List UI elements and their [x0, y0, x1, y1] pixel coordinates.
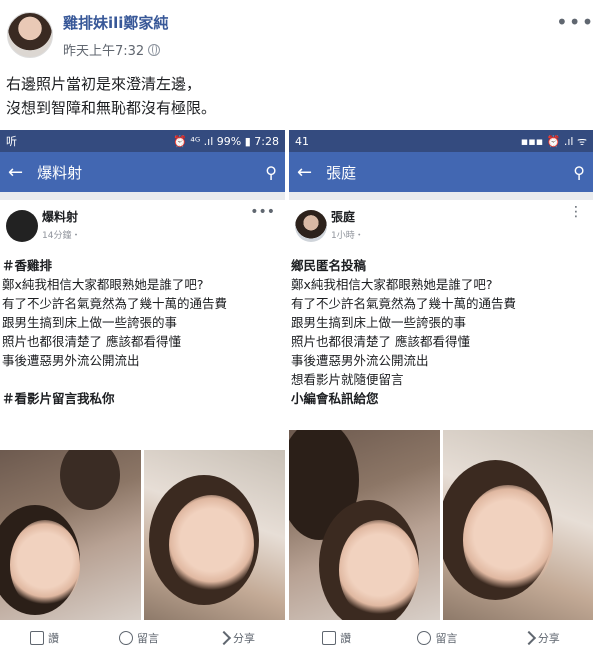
- body-line: ＃香雞排: [2, 258, 53, 273]
- body-line: 想看影片就隨便留言: [291, 372, 404, 387]
- body-line: 事後遭惡男外流公開流出: [291, 353, 429, 368]
- screenshot-left[interactable]: 听 ⏰ ⁴ᴳ .ıl 99% ▮ 7:28 ← 爆料射 ⚲ 爆料射 14分鐘・ …: [0, 130, 285, 657]
- more-options-icon: ⋮: [569, 204, 583, 220]
- comment-icon: [119, 631, 133, 645]
- back-arrow-icon: ←: [8, 161, 24, 183]
- action-bar: 讚 留言 分享: [289, 625, 593, 651]
- back-arrow-icon: ←: [297, 161, 313, 183]
- page-avatar: [6, 210, 38, 242]
- post-text: 右邊照片當初是來澄清左邊， 沒想到智障和無恥都沒有極限。: [6, 72, 216, 120]
- more-options-icon: •••: [250, 204, 275, 220]
- share-arrow-icon: [216, 630, 232, 646]
- page-avatar: [295, 210, 327, 242]
- body-line: ＃看影片留言我私你: [2, 391, 115, 406]
- post-text-line: 右邊照片當初是來澄清左邊，: [6, 75, 202, 93]
- post-header: 雞排妹ili鄭家純 昨天上午7:32 •••: [0, 0, 593, 68]
- thumbs-up-icon: [322, 631, 337, 645]
- page-time: 1小時・: [331, 231, 364, 241]
- nav-bar: ← 張庭 ⚲: [289, 152, 593, 192]
- more-options-icon[interactable]: •••: [556, 10, 593, 34]
- body-line: [2, 370, 227, 389]
- nav-title: 張庭: [326, 163, 357, 182]
- post-body: ＃香雞排 鄭x純我相信大家都眼熟她是誰了吧? 有了不少許名氣竟然為了幾十萬的通告…: [2, 256, 227, 408]
- photo-row: [0, 450, 285, 620]
- post-meta: 昨天上午7:32: [63, 40, 161, 59]
- photo: [289, 430, 440, 620]
- body-line: 有了不少許名氣竟然為了幾十萬的通告費: [291, 296, 517, 311]
- body-line: 跟男生搞到床上做一些誇張的事: [2, 315, 178, 330]
- like-button: 讚: [30, 630, 59, 646]
- like-button: 讚: [322, 630, 351, 646]
- like-label: 讚: [48, 632, 59, 645]
- status-left: 听: [6, 135, 17, 148]
- comment-label: 留言: [435, 632, 458, 645]
- status-right: ▪▪▪ ⏰ .ıl ᯤ: [520, 134, 587, 148]
- status-left: 41: [295, 134, 309, 148]
- status-bar: 41 ▪▪▪ ⏰ .ıl ᯤ: [289, 130, 593, 152]
- globe-icon: [148, 43, 161, 56]
- action-bar: 讚 留言 分享: [0, 625, 285, 651]
- status-right: ⏰ ⁴ᴳ .ıl 99% ▮ 7:28: [173, 134, 279, 148]
- nav-title: 爆料射: [37, 163, 83, 182]
- body-line: 照片也都很清楚了 應該都看得懂: [2, 334, 181, 349]
- body-line: 照片也都很清楚了 應該都看得懂: [291, 334, 470, 349]
- like-label: 讚: [340, 632, 352, 645]
- comment-icon: [417, 631, 432, 645]
- thumbs-up-icon: [30, 631, 44, 645]
- body-line: 跟男生搞到床上做一些誇張的事: [291, 315, 467, 330]
- search-icon: ⚲: [573, 162, 585, 182]
- comment-button: 留言: [417, 630, 457, 646]
- photo-row: [289, 430, 593, 620]
- body-line: 事後遭惡男外流公開流出: [2, 353, 140, 368]
- page-name: 張庭: [331, 210, 356, 224]
- photo: [0, 450, 141, 620]
- page-time: 14分鐘・: [42, 231, 81, 241]
- body-line: 鄉民匿名投稿: [291, 258, 367, 273]
- nav-bar: ← 爆料射 ⚲: [0, 152, 285, 192]
- share-label: 分享: [233, 632, 255, 645]
- post-body: 鄉民匿名投稿 鄭x純我相信大家都眼熟她是誰了吧? 有了不少許名氣竟然為了幾十萬的…: [291, 256, 516, 408]
- body-line: 有了不少許名氣竟然為了幾十萬的通告費: [2, 296, 228, 311]
- author-name[interactable]: 雞排妹ili鄭家純: [63, 12, 168, 33]
- search-icon: ⚲: [265, 162, 277, 182]
- share-button: 分享: [521, 630, 560, 646]
- post-time[interactable]: 昨天上午7:32: [63, 40, 144, 59]
- share-label: 分享: [537, 632, 560, 645]
- body-line: 小編會私訊給您: [291, 391, 379, 406]
- share-button: 分享: [216, 630, 255, 646]
- body-line: 鄭x純我相信大家都眼熟她是誰了吧?: [2, 277, 204, 292]
- comment-label: 留言: [137, 632, 159, 645]
- status-bar: 听 ⏰ ⁴ᴳ .ıl 99% ▮ 7:28: [0, 130, 285, 152]
- page-name: 爆料射: [42, 210, 79, 224]
- comment-button: 留言: [119, 630, 159, 646]
- photo: [442, 430, 593, 620]
- avatar[interactable]: [7, 12, 53, 58]
- post-text-line: 沒想到智障和無恥都沒有極限。: [6, 99, 217, 117]
- screenshot-right[interactable]: 41 ▪▪▪ ⏰ .ıl ᯤ ← 張庭 ⚲ 張庭 1小時・ ⋮ 鄉民匿名投稿 鄭…: [289, 130, 593, 657]
- photo: [144, 450, 285, 620]
- body-line: 鄭x純我相信大家都眼熟她是誰了吧?: [291, 277, 493, 292]
- share-arrow-icon: [521, 630, 536, 646]
